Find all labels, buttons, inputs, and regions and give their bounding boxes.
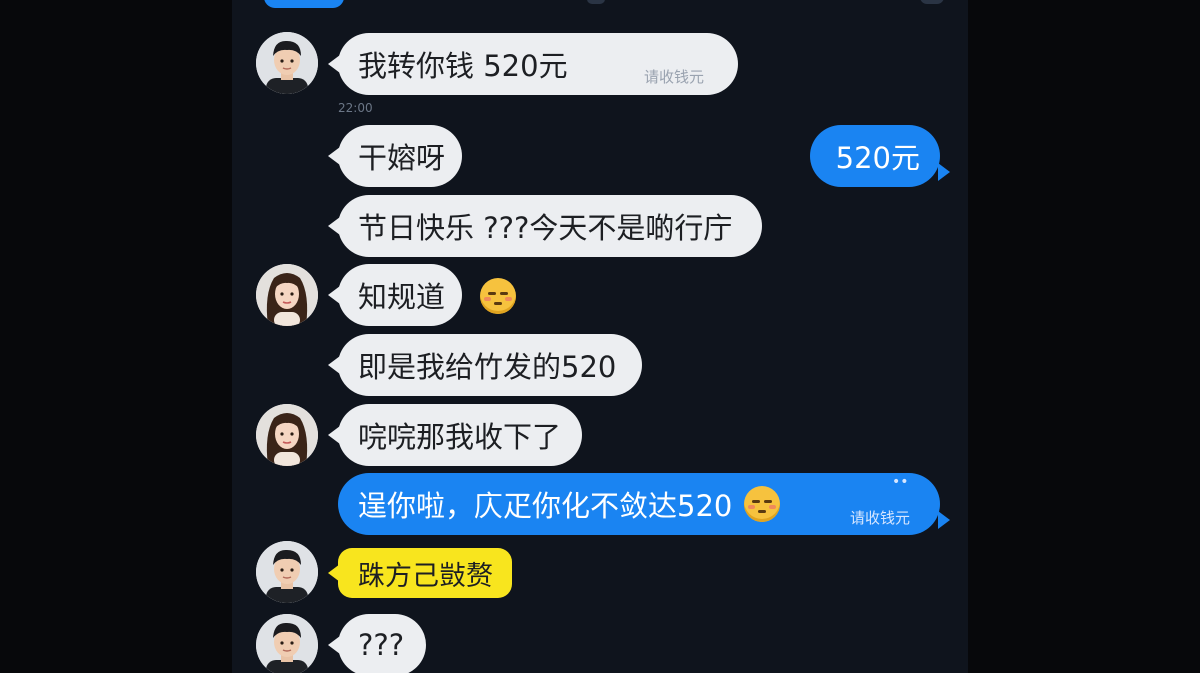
previous-message-bubble <box>264 0 344 8</box>
transfer-caption: 请收钱元 <box>850 509 911 527</box>
message-text: 节日快乐 ???今天不是啲行庁 <box>358 211 733 245</box>
avatar-male[interactable] <box>256 541 318 603</box>
message-bubble[interactable]: 知规道 <box>328 264 462 326</box>
message-text: ??? <box>358 628 405 662</box>
message-bubble[interactable]: 即是我给竹发的520 <box>328 334 642 396</box>
previous-message-fragment-right <box>920 0 944 4</box>
smirk-emoji <box>480 278 516 314</box>
message-bubble-self[interactable]: 520元 <box>810 125 950 187</box>
message-text: 跦方己敱赘 <box>358 560 493 592</box>
left-letterbox <box>0 0 232 673</box>
timestamp: 22:00 <box>338 101 373 115</box>
previous-message-fragment <box>587 0 605 4</box>
message-bubble[interactable]: ??? <box>328 614 426 673</box>
message-bubble[interactable]: 干嫆呀 <box>328 125 462 187</box>
message-text: 即是我给竹发的520 <box>358 350 617 384</box>
avatar-male[interactable] <box>256 32 318 94</box>
transfer-caption: 请收钱元 <box>644 68 705 86</box>
chat-window[interactable]: 我转你钱 520元 请收钱元 22:00 干嫆呀 520元 节日快乐 ???今天… <box>232 0 968 673</box>
smirk-emoji <box>744 486 780 522</box>
message-text: 我转你钱 520元 <box>358 49 568 83</box>
right-letterbox <box>968 0 1200 673</box>
message-bubble-highlight[interactable]: 跦方己敱赘 <box>328 548 512 598</box>
message-bubble[interactable]: 唍唍那我收下了 <box>328 404 582 466</box>
message-text: 520元 <box>835 141 920 175</box>
message-text: 知规道 <box>358 280 446 314</box>
message-text: 逞你啦，庂疋你化不敛达520 <box>358 489 733 523</box>
status-dots: •• <box>892 474 909 490</box>
message-text: 唍唍那我收下了 <box>358 420 562 454</box>
avatar-female[interactable] <box>256 264 318 326</box>
avatar-male[interactable] <box>256 614 318 673</box>
message-bubble[interactable]: 节日快乐 ???今天不是啲行庁 <box>328 195 762 257</box>
message-text: 干嫆呀 <box>358 141 446 175</box>
avatar-female[interactable] <box>256 404 318 466</box>
